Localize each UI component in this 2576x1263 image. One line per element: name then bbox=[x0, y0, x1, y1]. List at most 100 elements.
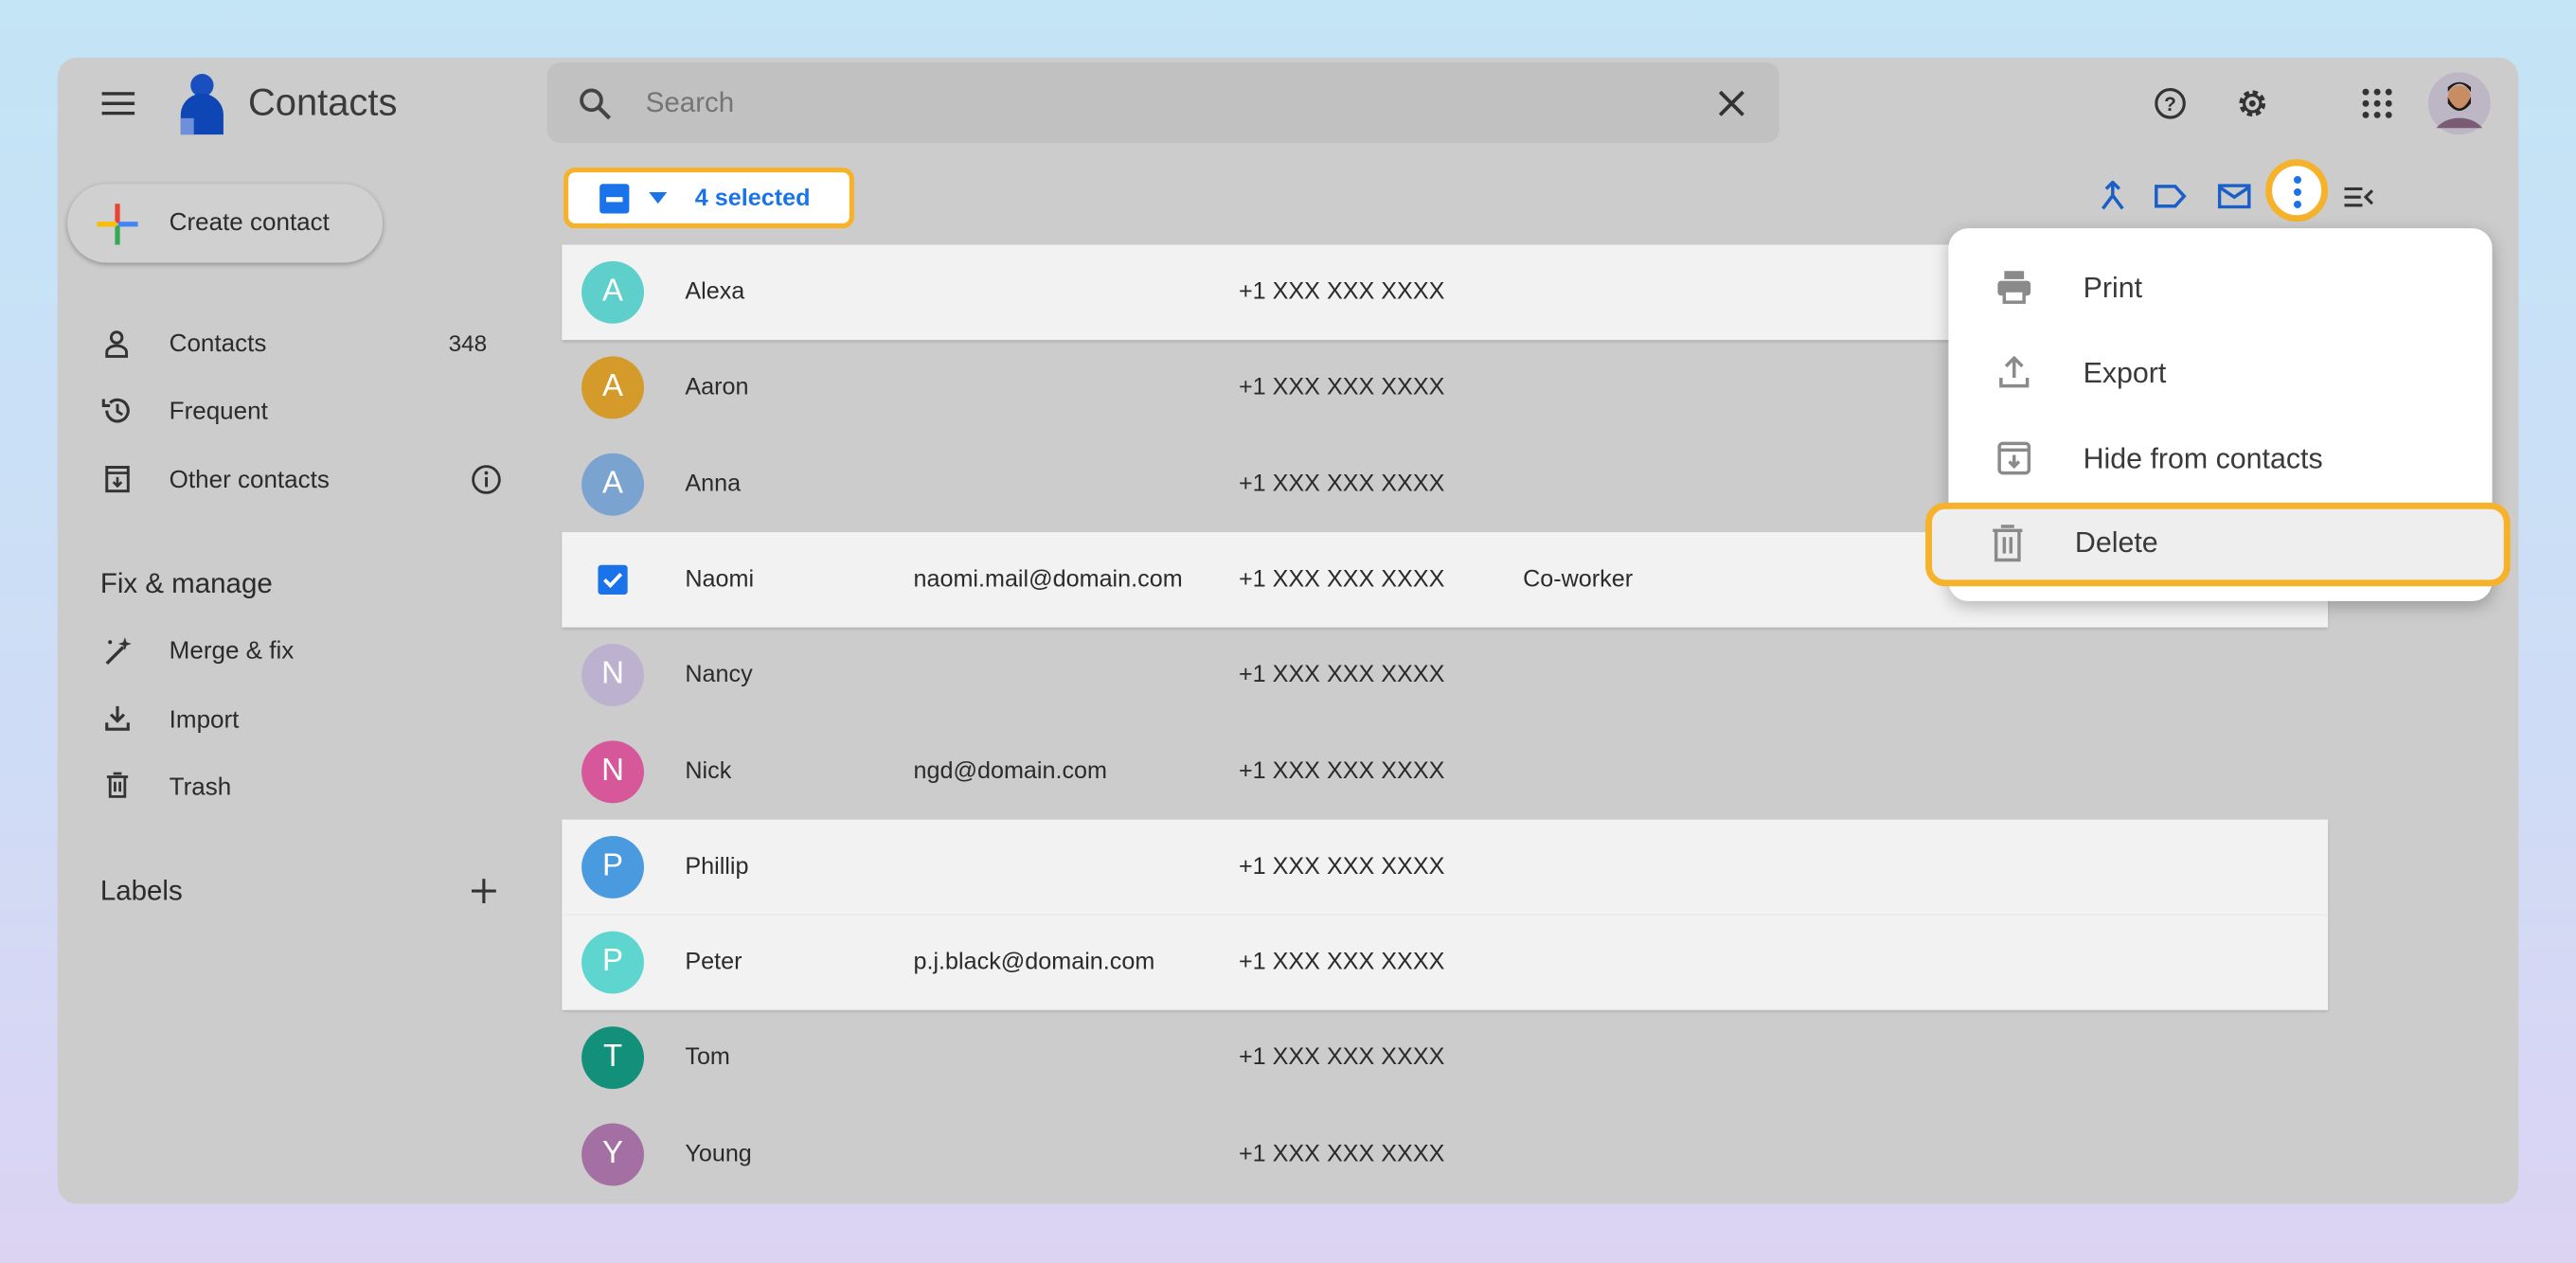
menu-item-export[interactable]: Export bbox=[1948, 330, 2492, 416]
contact-row[interactable]: T Tom +1 XXX XXX XXXX bbox=[562, 1011, 2328, 1107]
svg-text:?: ? bbox=[2164, 94, 2176, 116]
info-icon[interactable] bbox=[472, 465, 501, 494]
contact-phone: +1 XXX XXX XXXX bbox=[1238, 757, 1445, 785]
person-icon bbox=[105, 330, 129, 358]
export-icon bbox=[1999, 355, 2030, 388]
create-contact-label: Create contact bbox=[169, 208, 330, 237]
trash-icon bbox=[106, 772, 129, 798]
sidebar-item-label: Trash bbox=[169, 774, 232, 802]
sidebar-item-label: Import bbox=[169, 705, 240, 735]
hamburger-icon bbox=[101, 92, 135, 116]
history-icon bbox=[101, 398, 130, 423]
sidebar-item-label: Other contacts bbox=[169, 466, 330, 495]
sidebar-item-contacts[interactable]: Contacts 348 bbox=[90, 320, 517, 369]
contact-avatar[interactable]: T bbox=[581, 1026, 645, 1090]
search-icon bbox=[580, 88, 612, 120]
magic-wand-icon bbox=[105, 637, 132, 666]
contact-name: Phillip bbox=[685, 853, 749, 881]
contact-email: ngd@domain.com bbox=[913, 757, 1107, 785]
contact-name: Peter bbox=[685, 949, 742, 976]
contacts-window: Contacts ? 4 selected Create contact bbox=[57, 57, 2519, 1204]
sidebar-item-other-contacts[interactable]: Other contacts bbox=[90, 455, 517, 505]
menu-item-label: Delete bbox=[2074, 525, 2158, 559]
email-icon[interactable] bbox=[2217, 184, 2251, 209]
selected-count: 4 selected bbox=[694, 186, 811, 212]
contact-phone: +1 XXX XXX XXXX bbox=[1238, 662, 1445, 689]
contact-name: Naomi bbox=[685, 566, 755, 594]
contacts-count: 348 bbox=[448, 329, 488, 357]
menu-item-label: Hide from contacts bbox=[2083, 441, 2323, 475]
more-vert-icon bbox=[2293, 175, 2301, 208]
contact-avatar[interactable]: P bbox=[581, 931, 645, 994]
contact-avatar[interactable]: P bbox=[581, 835, 645, 898]
help-icon[interactable]: ? bbox=[2154, 87, 2187, 120]
menu-item-delete[interactable]: Delete bbox=[1925, 502, 2511, 587]
contact-avatar[interactable]: A bbox=[581, 260, 645, 324]
download-icon bbox=[105, 705, 130, 731]
contact-row[interactable]: P Phillip +1 XXX XXX XXXX bbox=[562, 819, 2329, 915]
app-title: Contacts bbox=[247, 80, 398, 124]
row-checkbox-checked[interactable] bbox=[598, 564, 628, 595]
main-menu-button[interactable] bbox=[94, 82, 143, 125]
archive-download-icon bbox=[105, 466, 130, 493]
sidebar-item-import[interactable]: Import bbox=[90, 695, 517, 744]
search-input[interactable] bbox=[645, 81, 1632, 124]
contact-row[interactable]: N Nick ngd@domain.com +1 XXX XXX XXXX bbox=[562, 723, 2328, 819]
account-avatar[interactable] bbox=[2427, 72, 2491, 135]
sidebar-item-label: Merge & fix bbox=[169, 637, 295, 666]
contact-row[interactable]: P Peter p.j.black@domain.com +1 XXX XXX XXX… bbox=[562, 915, 2329, 1011]
sidebar-item-label: Frequent bbox=[169, 397, 268, 426]
fix-manage-heading: Fix & manage bbox=[99, 568, 273, 600]
contact-phone: +1 XXX XXX XXXX bbox=[1238, 278, 1445, 306]
contact-row[interactable]: Y Young +1 XXX XXX XXXX bbox=[562, 1107, 2328, 1202]
contact-name: Anna bbox=[685, 471, 742, 497]
plus-color-icon bbox=[97, 204, 138, 245]
contact-name: Tom bbox=[685, 1044, 730, 1072]
menu-item-print[interactable]: Print bbox=[1948, 244, 2492, 329]
contact-name: Young bbox=[685, 1141, 752, 1167]
merge-icon[interactable] bbox=[2100, 180, 2126, 210]
contact-row[interactable]: N Nancy +1 XXX XXX XXXX bbox=[562, 628, 2328, 723]
contact-phone: +1 XXX XXX XXXX bbox=[1238, 566, 1445, 594]
check-icon bbox=[603, 572, 623, 588]
caret-down-icon[interactable] bbox=[649, 191, 668, 205]
selection-dropdown[interactable]: 4 selected bbox=[564, 167, 855, 229]
sidebar-item-merge-fix[interactable]: Merge & fix bbox=[90, 626, 517, 675]
contact-avatar[interactable]: Y bbox=[581, 1122, 645, 1185]
add-label-icon[interactable] bbox=[471, 879, 496, 904]
contact-phone: +1 XXX XXX XXXX bbox=[1238, 1044, 1445, 1072]
settings-gear-icon[interactable] bbox=[2236, 87, 2269, 120]
sidebar-item-label: Contacts bbox=[169, 329, 267, 359]
contact-name: Nick bbox=[685, 757, 732, 785]
search-bar[interactable] bbox=[546, 62, 1780, 143]
google-apps-icon[interactable] bbox=[2362, 88, 2392, 118]
clear-search-icon[interactable] bbox=[1718, 90, 1744, 116]
labels-heading: Labels bbox=[99, 875, 183, 907]
sidebar-item-trash[interactable]: Trash bbox=[90, 762, 517, 811]
trash-icon bbox=[1993, 525, 2023, 562]
more-actions-button[interactable] bbox=[2265, 159, 2329, 222]
contact-email: naomi.mail@domain.com bbox=[913, 566, 1183, 594]
contact-avatar[interactable]: N bbox=[581, 644, 645, 707]
contact-name: Aaron bbox=[685, 375, 749, 401]
menu-item-hide-from-contacts[interactable]: Hide from contacts bbox=[1948, 416, 2492, 501]
contact-name: Alexa bbox=[685, 278, 745, 306]
contact-avatar[interactable]: A bbox=[581, 356, 645, 419]
list-view-icon[interactable] bbox=[2344, 187, 2374, 207]
contact-phone: +1 XXX XXX XXXX bbox=[1238, 1141, 1445, 1167]
contact-avatar[interactable]: N bbox=[581, 739, 645, 803]
hide-icon bbox=[1997, 441, 2031, 475]
contact-avatar[interactable]: A bbox=[581, 453, 645, 515]
menu-item-label: Print bbox=[2083, 271, 2143, 304]
select-all-checkbox-indeterminate[interactable] bbox=[599, 184, 630, 214]
menu-item-label: Export bbox=[2083, 356, 2167, 390]
contact-phone: +1 XXX XXX XXXX bbox=[1238, 949, 1445, 976]
contact-email: p.j.black@domain.com bbox=[913, 949, 1155, 976]
sidebar-item-frequent[interactable]: Frequent bbox=[90, 387, 517, 436]
contact-name: Nancy bbox=[685, 662, 753, 689]
label-icon[interactable] bbox=[2154, 184, 2187, 208]
contact-phone: +1 XXX XXX XXXX bbox=[1238, 375, 1445, 401]
contact-phone: +1 XXX XXX XXXX bbox=[1238, 471, 1445, 497]
create-contact-button[interactable]: Create contact bbox=[67, 184, 384, 263]
contact-phone: +1 XXX XXX XXXX bbox=[1238, 853, 1445, 881]
